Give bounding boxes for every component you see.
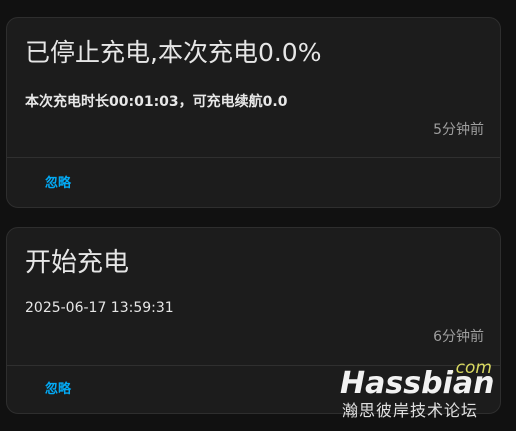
notification-message: 2025-06-17 13:59:31 [25, 300, 174, 316]
notification-time: 5分钟前 [433, 122, 484, 138]
notification-message: 本次充电时长00:01:03，可充电续航0.0 [25, 94, 288, 110]
watermark-logo: .com Hassbian 瀚思彼岸技术论坛 [338, 360, 498, 426]
watermark-subtitle: 瀚思彼岸技术论坛 [342, 401, 479, 420]
card-divider [7, 157, 500, 158]
notification-drawer: 已停止充电,本次充电0.0% 本次充电时长00:01:03，可充电续航0.0 5… [0, 0, 516, 431]
notification-title: 已停止充电,本次充电0.0% [25, 38, 322, 67]
dismiss-button[interactable]: 忽略 [33, 171, 83, 196]
dismiss-button[interactable]: 忽略 [33, 377, 83, 402]
watermark-main: Hassbian [340, 366, 495, 401]
notification-card: 已停止充电,本次充电0.0% 本次充电时长00:01:03，可充电续航0.0 5… [6, 17, 501, 208]
notification-time: 6分钟前 [433, 329, 484, 345]
notification-title: 开始充电 [25, 248, 130, 278]
